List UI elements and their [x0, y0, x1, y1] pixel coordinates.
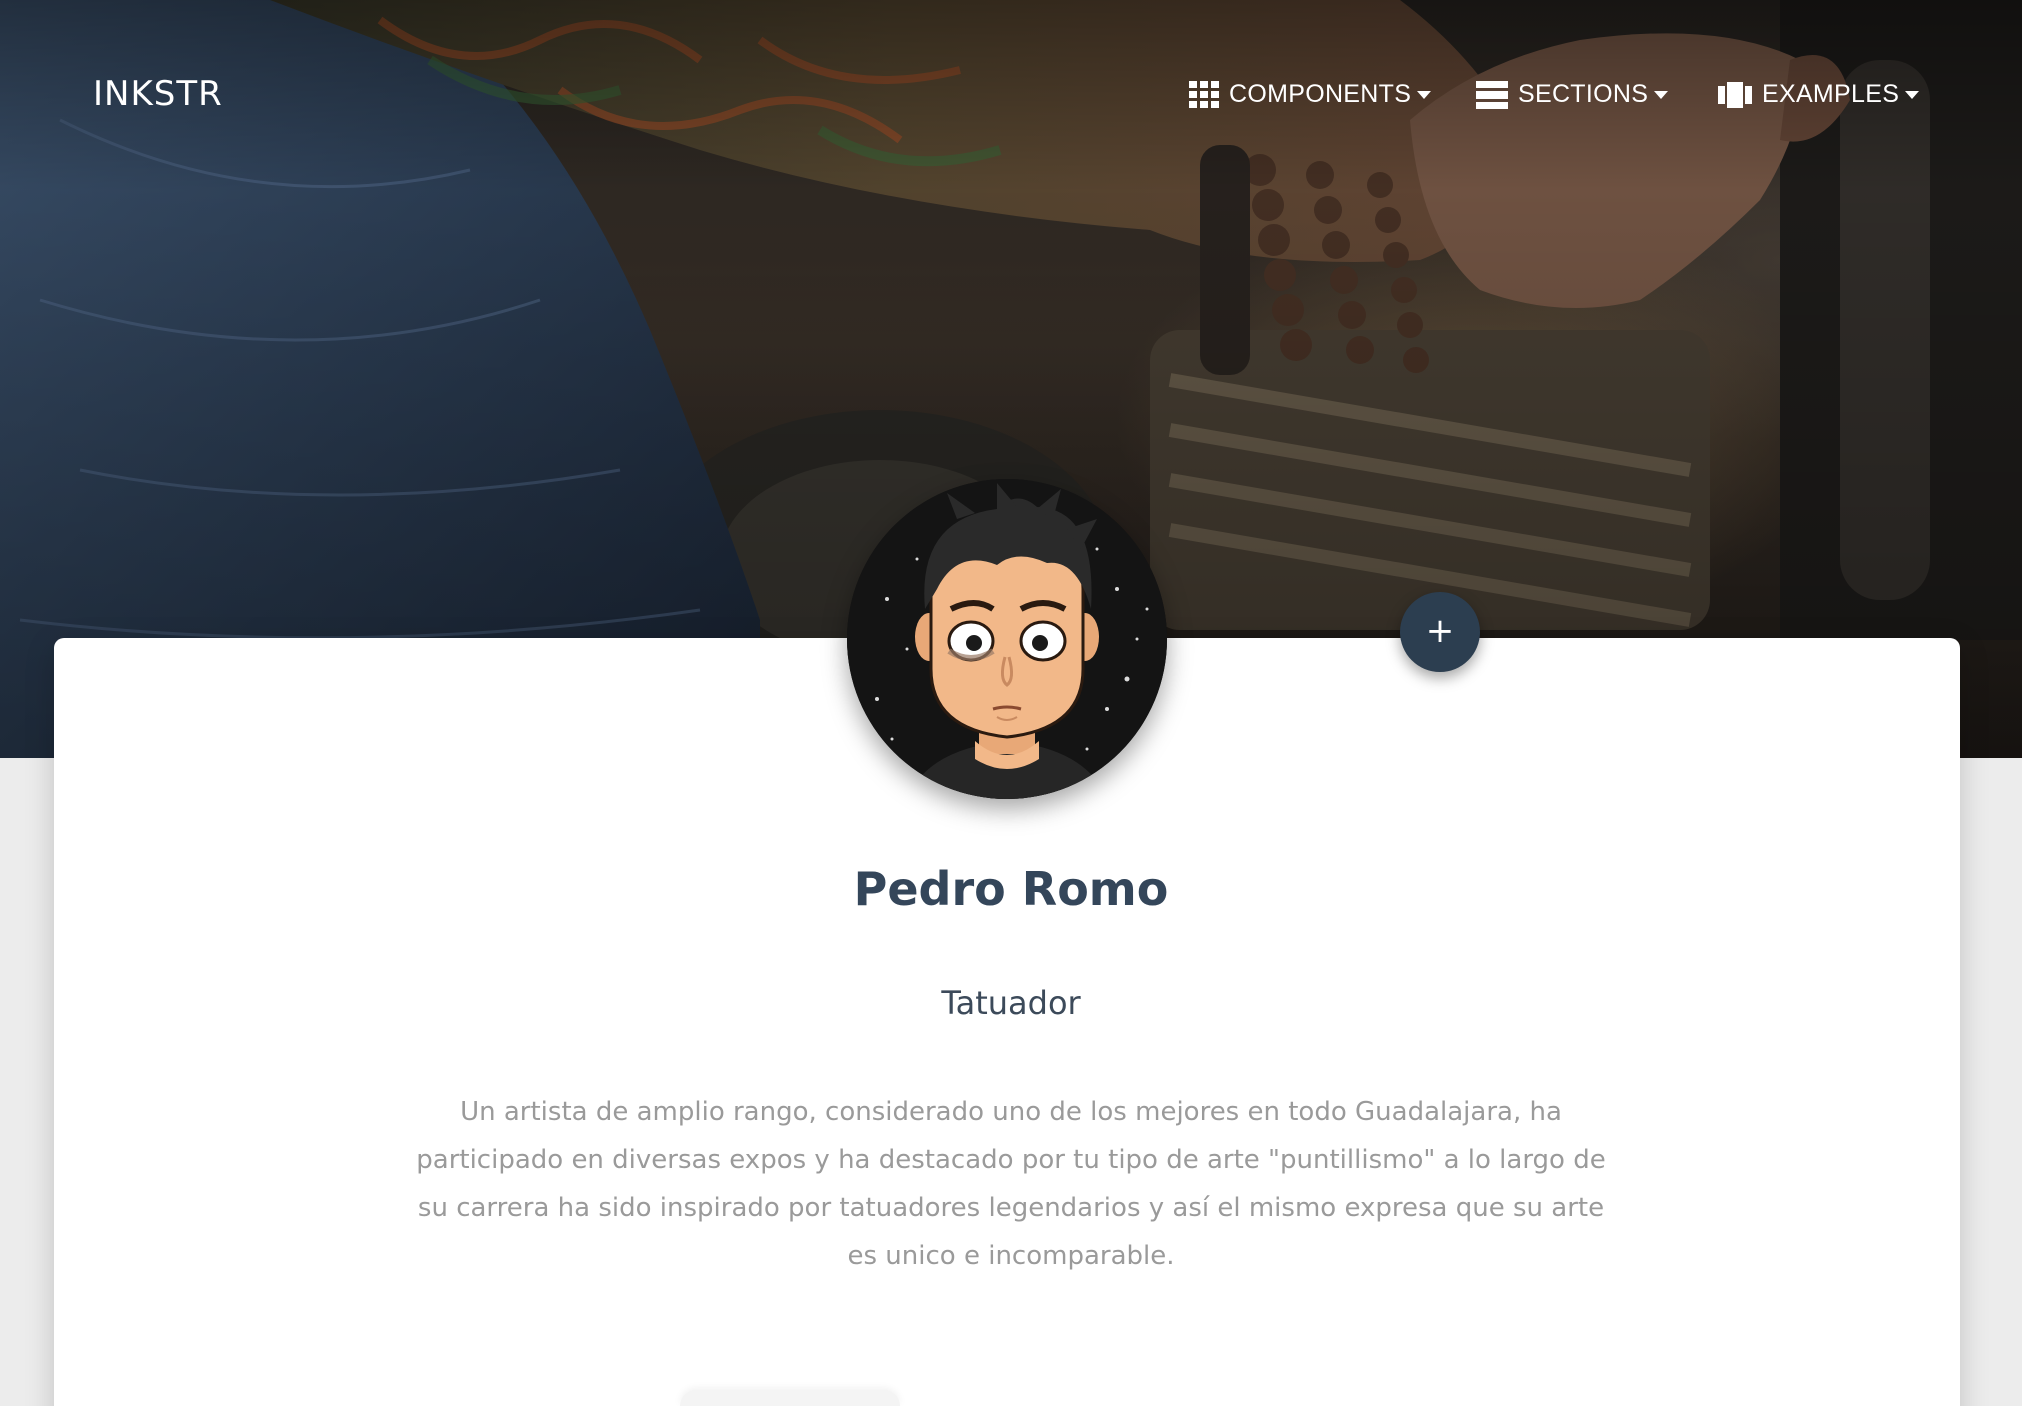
avatar — [847, 479, 1167, 799]
chevron-down-icon — [1905, 90, 1920, 99]
profile-role: Tatuador — [941, 984, 1081, 1022]
nav-examples-label: EXAMPLES — [1762, 80, 1900, 108]
nav-components[interactable]: COMPONENTS — [1189, 80, 1432, 109]
chevron-down-icon — [1417, 90, 1432, 99]
bottom-tab-hint — [680, 1390, 900, 1406]
grid-icon — [1189, 80, 1219, 109]
brand-logo[interactable]: INKSTR — [93, 74, 223, 114]
nav-sections[interactable]: SECTIONS — [1476, 80, 1669, 109]
columns-icon — [1718, 81, 1752, 108]
nav-components-label: COMPONENTS — [1229, 80, 1412, 108]
chevron-down-icon — [1654, 90, 1669, 99]
nav-sections-label: SECTIONS — [1518, 80, 1649, 108]
nav-examples[interactable]: EXAMPLES — [1718, 80, 1920, 109]
rows-icon — [1476, 80, 1508, 109]
profile-page: INKSTR COMPONENTS SECTIONS EXAMPLES + Pe… — [0, 0, 2022, 1406]
profile-bio: Un artista de amplio rango, considerado … — [416, 1097, 1606, 1271]
add-button[interactable]: + — [1400, 592, 1480, 672]
avatar-illustration — [847, 479, 1167, 799]
profile-name: Pedro Romo — [853, 862, 1169, 916]
